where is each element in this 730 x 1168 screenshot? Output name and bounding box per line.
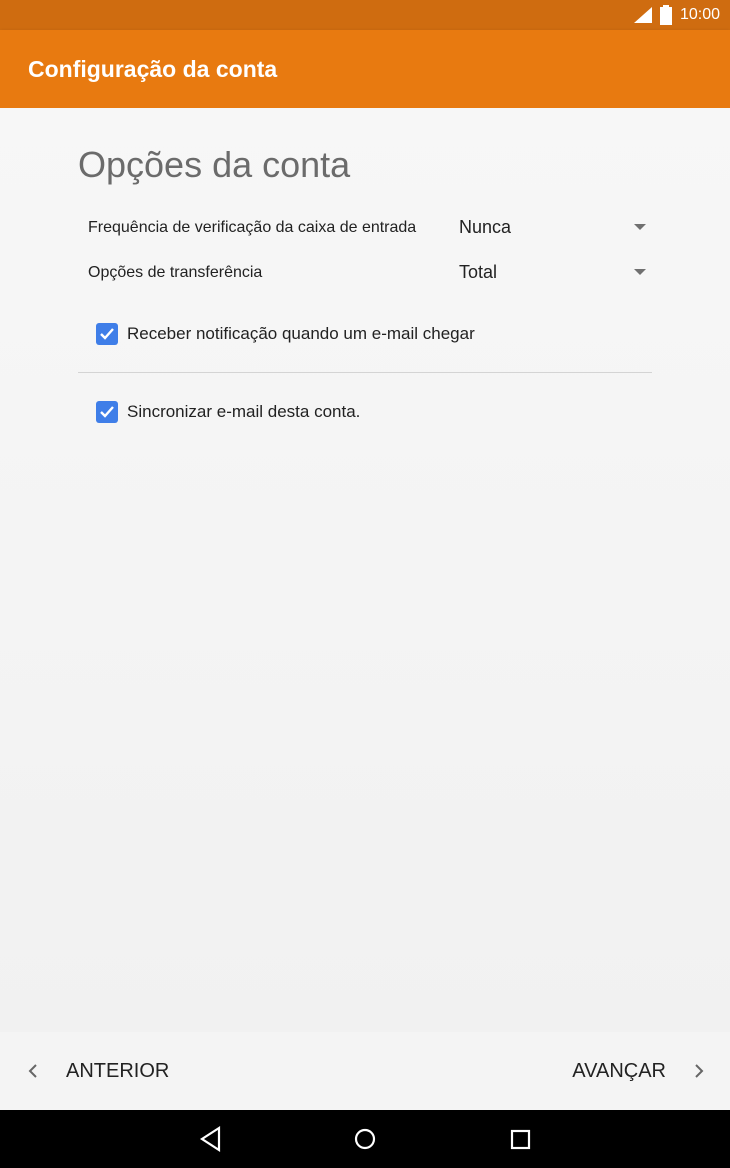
back-button-label: ANTERIOR	[66, 1059, 170, 1082]
back-button[interactable]: ANTERIOR	[26, 1032, 169, 1110]
divider	[78, 372, 652, 373]
sync-email-label: Sincronizar e-mail desta conta.	[127, 402, 361, 421]
check-frequency-label: Frequência de verificação da caixa de en…	[88, 219, 417, 236]
sync-email-checkbox[interactable]	[96, 401, 118, 423]
chevron-left-icon	[28, 1064, 37, 1078]
account-options-content: Opções da conta Frequência de verificaçã…	[0, 108, 730, 1032]
notify-email-checkbox[interactable]	[96, 323, 118, 345]
home-nav-icon[interactable]	[353, 1126, 377, 1152]
checkmark-icon	[100, 406, 114, 418]
app-bar: Configuração da conta	[0, 30, 730, 108]
navigation-bar	[0, 1110, 730, 1168]
wizard-footer: ANTERIOR AVANÇAR	[0, 1032, 730, 1110]
chevron-right-icon	[695, 1064, 704, 1078]
page-title: Configuração da conta	[28, 56, 278, 82]
recents-nav-icon[interactable]	[509, 1126, 533, 1152]
section-title: Opções da conta	[78, 144, 351, 185]
battery-icon	[659, 5, 672, 25]
signal-icon	[633, 7, 652, 23]
chevron-down-icon[interactable]	[634, 224, 646, 230]
chevron-down-icon[interactable]	[634, 269, 646, 275]
next-button[interactable]: AVANÇAR	[572, 1032, 706, 1110]
back-nav-icon[interactable]	[199, 1126, 223, 1152]
download-options-select[interactable]: Total	[459, 262, 497, 283]
check-frequency-select[interactable]: Nunca	[459, 217, 511, 238]
status-bar: 10:00	[0, 0, 730, 30]
status-time: 10:00	[679, 6, 720, 23]
notify-email-label: Receber notificação quando um e-mail che…	[127, 324, 475, 343]
download-options-label: Opções de transferência	[88, 264, 263, 281]
notify-email-checkbox-row[interactable]: Receber notificação quando um e-mail che…	[96, 323, 475, 345]
next-button-label: AVANÇAR	[572, 1059, 666, 1082]
checkmark-icon	[100, 328, 114, 340]
sync-email-checkbox-row[interactable]: Sincronizar e-mail desta conta.	[96, 401, 360, 423]
status-icons: 10:00	[633, 0, 720, 30]
